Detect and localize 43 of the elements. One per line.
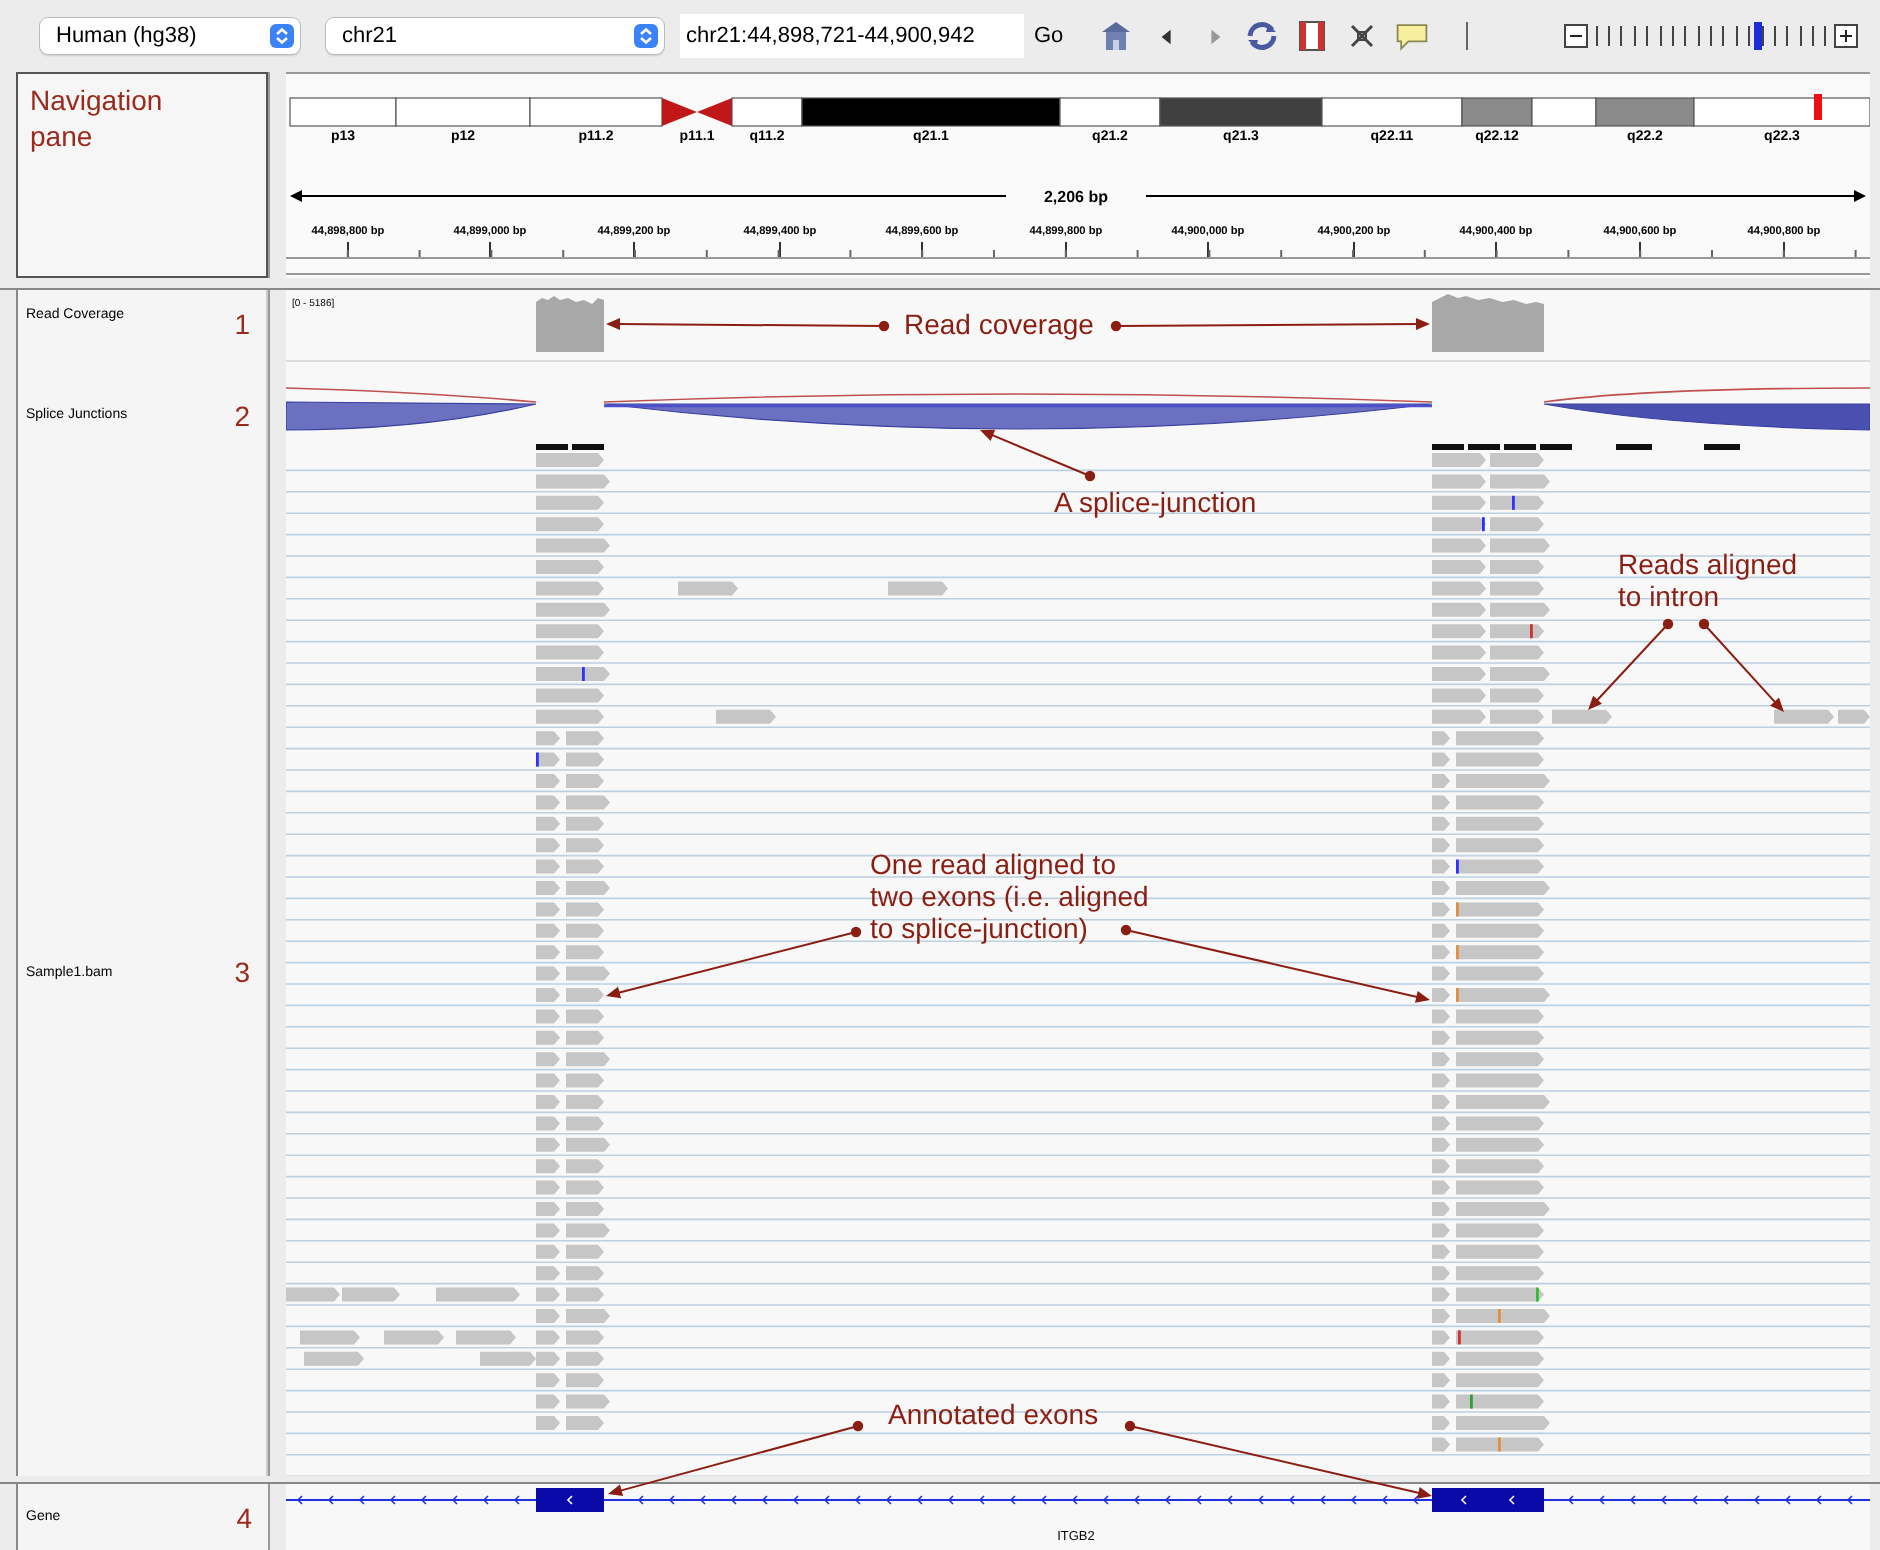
home-icon[interactable] xyxy=(1097,18,1134,54)
annotation-label: Annotated exons xyxy=(888,1398,1099,1430)
feature-bar xyxy=(1432,444,1464,450)
feature-bar xyxy=(1468,444,1500,450)
feature-bar xyxy=(1616,444,1652,450)
centromere-drawing xyxy=(662,98,732,126)
annotation-arrow xyxy=(980,429,1096,482)
genome-dropdown[interactable]: Human (hg38) xyxy=(40,18,300,54)
annotation-arrow xyxy=(1588,618,1674,710)
feature-bar xyxy=(1504,444,1536,450)
dropdown-icon xyxy=(270,24,294,48)
chromosome-dropdown[interactable]: chr21 xyxy=(326,18,664,54)
track-number: 1 xyxy=(234,308,250,340)
dropdown-icon xyxy=(634,24,658,48)
zoom-in-icon[interactable] xyxy=(1833,24,1858,48)
coverage-histogram xyxy=(1432,294,1544,352)
track-number: 2 xyxy=(234,399,250,431)
chromosome-band xyxy=(395,97,531,127)
go-button[interactable]: Go xyxy=(1028,20,1070,52)
locus-field[interactable]: chr21:44,898,721-44,900,942 xyxy=(680,14,1024,58)
annotation-label: A splice-junction xyxy=(1054,486,1257,518)
feature-bar xyxy=(572,444,604,450)
current-region-marker xyxy=(1814,94,1822,120)
zoom-slider-thumb[interactable] xyxy=(1753,22,1762,50)
track-number: 4 xyxy=(236,1501,252,1533)
coverage-histogram xyxy=(536,296,604,352)
feature-bar xyxy=(1540,444,1572,450)
speech-bubble-icon[interactable] xyxy=(1393,18,1430,54)
navigation-pane-label: Navigation pane xyxy=(30,82,165,154)
region-icon[interactable] xyxy=(1293,18,1330,54)
feature-bar xyxy=(536,444,568,450)
annotation-label: Reads aligned to intron xyxy=(1618,548,1798,612)
annotation-arrow xyxy=(1698,618,1784,712)
back-icon[interactable] xyxy=(1157,27,1176,45)
zoom-slider[interactable] xyxy=(1595,24,1828,48)
refresh-icon[interactable] xyxy=(1243,18,1280,54)
span-label: 2,206 bp xyxy=(1044,188,1108,206)
annotation-label: One read aligned to two exons (i.e. aligned to splice-junction) xyxy=(870,848,1149,944)
zoom-out-icon[interactable] xyxy=(1563,24,1588,48)
feature-bar xyxy=(1704,444,1740,450)
chromosome-band xyxy=(529,97,663,127)
track-number: 3 xyxy=(234,956,250,988)
annotation-label: Read coverage xyxy=(904,308,1094,340)
